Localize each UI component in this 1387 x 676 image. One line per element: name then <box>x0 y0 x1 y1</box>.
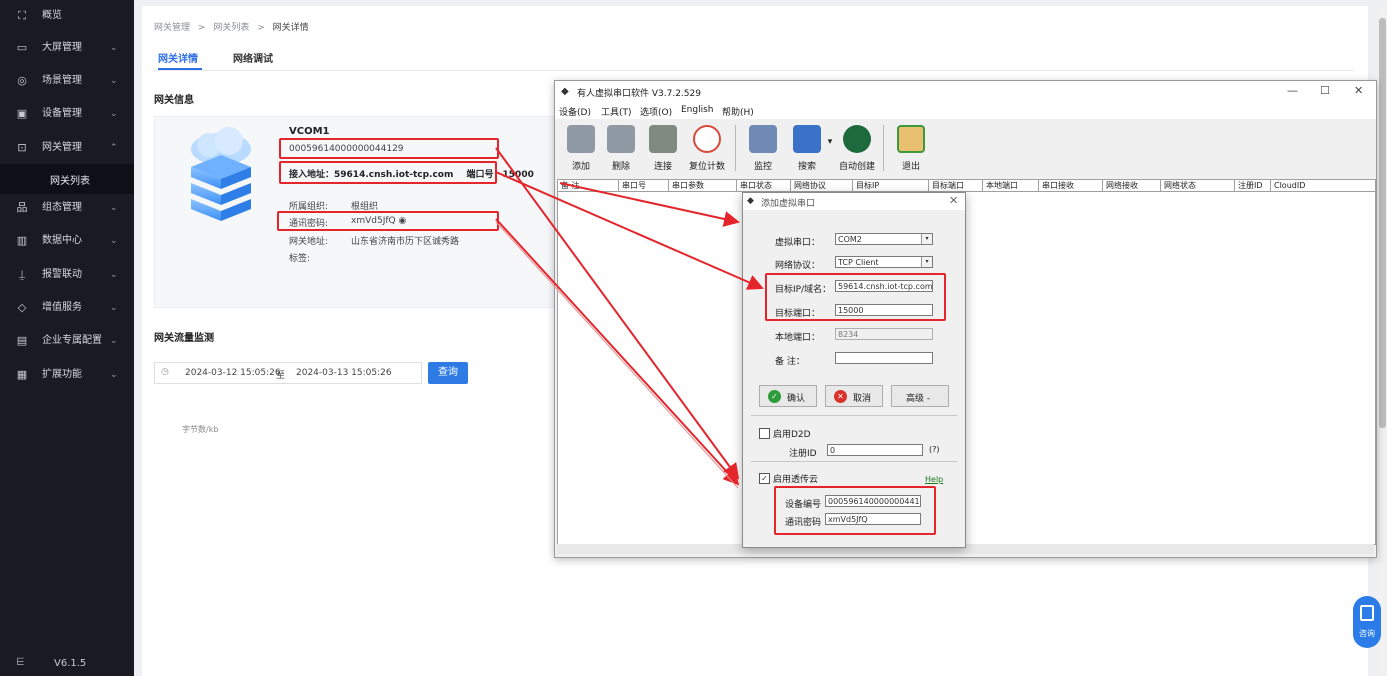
arrow-sn <box>495 147 740 480</box>
annotation-arrows <box>495 147 764 489</box>
arrow-add <box>559 182 740 227</box>
arrow-password <box>495 218 740 486</box>
arrow-access <box>495 171 764 290</box>
